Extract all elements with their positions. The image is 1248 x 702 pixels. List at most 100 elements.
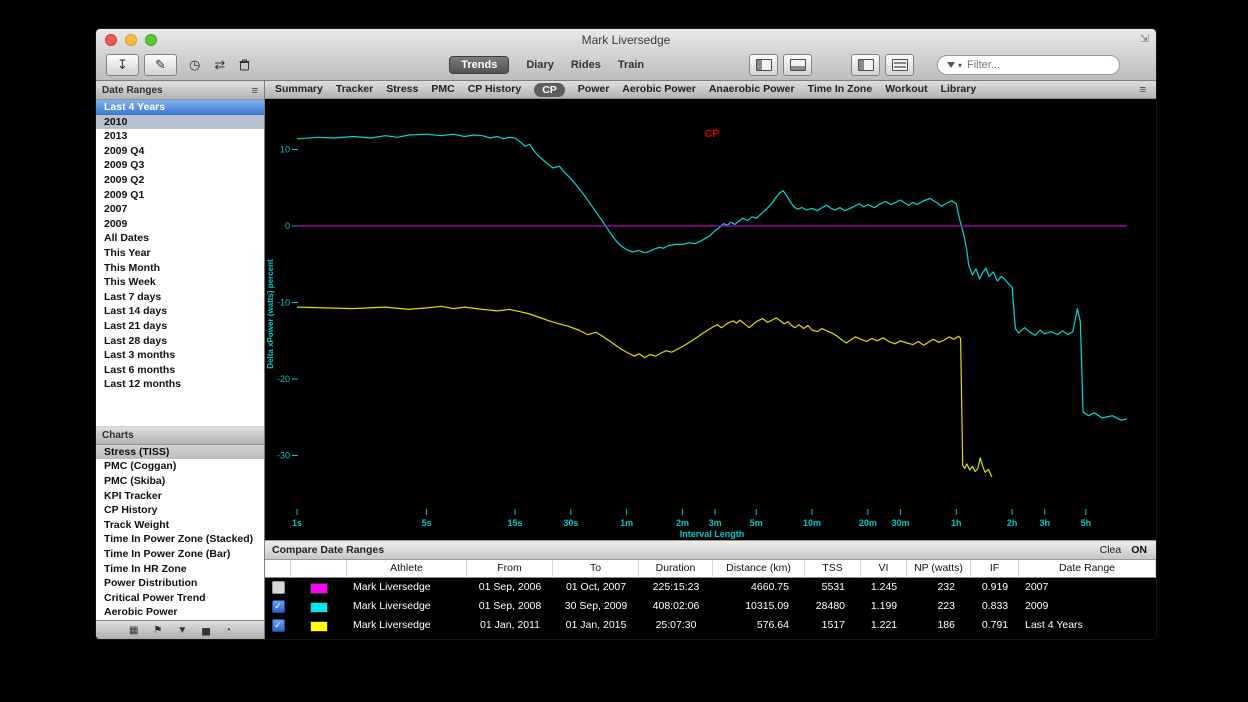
- tab-cp[interactable]: CP: [534, 83, 565, 97]
- sidebar-spacer: [96, 392, 264, 426]
- column-header-if[interactable]: IF: [971, 560, 1019, 578]
- chart-item-aerobic-power[interactable]: Aerobic Power: [96, 605, 264, 620]
- column-header-distance-km[interactable]: Distance (km): [713, 560, 805, 578]
- tab-workout[interactable]: Workout: [885, 83, 927, 97]
- date-range-item-this-year[interactable]: This Year: [96, 246, 264, 261]
- sidebar-toggle-button[interactable]: [749, 54, 778, 76]
- date-range-item-2009-q2[interactable]: 2009 Q2: [96, 173, 264, 188]
- date-range-item-last-3-months[interactable]: Last 3 months: [96, 348, 264, 363]
- chart-item-time-in-power-zone-stacked[interactable]: Time In Power Zone (Stacked): [96, 532, 264, 547]
- series-color-swatch: [310, 621, 328, 632]
- date-range-item-all-dates[interactable]: All Dates: [96, 231, 264, 246]
- edit-button[interactable]: ✎: [144, 54, 177, 76]
- filter-funnel-icon[interactable]: [947, 62, 955, 68]
- tab-power[interactable]: Power: [578, 83, 610, 97]
- chart-item-time-in-hr-zone[interactable]: Time In HR Zone: [96, 562, 264, 577]
- date-range-item-last-28-days[interactable]: Last 28 days: [96, 334, 264, 349]
- view-button-rides[interactable]: Rides: [571, 59, 601, 71]
- chart-item-time-in-power-zone-bar[interactable]: Time In Power Zone (Bar): [96, 547, 264, 562]
- tab-summary[interactable]: Summary: [275, 83, 323, 97]
- fullscreen-icon[interactable]: ⇲: [1140, 32, 1149, 45]
- view-button-diary[interactable]: Diary: [526, 59, 554, 71]
- column-header-date-range[interactable]: Date Range: [1019, 560, 1156, 578]
- view-button-train[interactable]: Train: [618, 59, 644, 71]
- clock-icon[interactable]: ◔: [225, 625, 231, 636]
- date-range-item-last-7-days[interactable]: Last 7 days: [96, 290, 264, 305]
- date-range-item-last-6-months[interactable]: Last 6 months: [96, 363, 264, 378]
- tab-time-in-zone[interactable]: Time In Zone: [808, 83, 873, 97]
- chart-item-cp-history[interactable]: CP History: [96, 503, 264, 518]
- chart-item-stress-tiss[interactable]: Stress (TISS): [96, 445, 264, 460]
- column-header-duration[interactable]: Duration: [639, 560, 713, 578]
- date-range-item-2013[interactable]: 2013: [96, 129, 264, 144]
- series-color-swatch: [310, 583, 328, 594]
- column-header-vi[interactable]: VI: [861, 560, 907, 578]
- date-range-item-2009-q1[interactable]: 2009 Q1: [96, 188, 264, 203]
- column-header-col1[interactable]: [291, 560, 347, 578]
- column-header-athlete[interactable]: Athlete: [347, 560, 467, 578]
- titlebar[interactable]: Mark Liversedge ⇲: [96, 29, 1156, 50]
- column-header-to[interactable]: To: [553, 560, 639, 578]
- clear-button[interactable]: Clea: [1100, 544, 1122, 556]
- view-button-trends[interactable]: Trends: [449, 56, 509, 74]
- filter-input[interactable]: [965, 58, 1110, 72]
- date-range-item-2007[interactable]: 2007: [96, 202, 264, 217]
- chart-item-power-distribution[interactable]: Power Distribution: [96, 576, 264, 591]
- tab-pmc[interactable]: PMC: [431, 83, 454, 97]
- left-view-button[interactable]: [851, 54, 880, 76]
- chart-item-pmc-skiba[interactable]: PMC (Skiba): [96, 474, 264, 489]
- date-range-item-last-12-months[interactable]: Last 12 months: [96, 377, 264, 392]
- funnel-icon[interactable]: ▼: [177, 625, 187, 636]
- chart-item-kpi-tracker[interactable]: KPI Tracker: [96, 489, 264, 504]
- tiled-view-button[interactable]: [885, 54, 914, 76]
- tab-stress[interactable]: Stress: [386, 83, 418, 97]
- column-header-tss[interactable]: TSS: [805, 560, 861, 578]
- date-range-item-last-4-years[interactable]: Last 4 Years: [96, 100, 264, 115]
- date-range-item-2009[interactable]: 2009: [96, 217, 264, 232]
- tabbar-menu-icon[interactable]: ≡: [1140, 84, 1146, 96]
- row-checkbox[interactable]: ✓: [272, 600, 285, 613]
- window-content: Date Ranges ≡ Last 4 Years201020132009 Q…: [96, 81, 1156, 639]
- trash-icon[interactable]: [239, 59, 250, 71]
- table-icon[interactable]: ▦: [129, 625, 138, 636]
- column-header-col0[interactable]: [265, 560, 291, 578]
- column-header-np-watts[interactable]: NP (watts): [907, 560, 971, 578]
- zoom-button[interactable]: [145, 34, 157, 46]
- cell-athlete: Mark Liversedge: [347, 597, 467, 616]
- row-checkbox[interactable]: ✓: [272, 619, 285, 632]
- row-checkbox[interactable]: [272, 581, 285, 594]
- date-range-item-last-21-days[interactable]: Last 21 days: [96, 319, 264, 334]
- filter-field[interactable]: ▾: [937, 55, 1120, 75]
- date-range-item-2009-q3[interactable]: 2009 Q3: [96, 158, 264, 173]
- tab-aerobic-power[interactable]: Aerobic Power: [622, 83, 696, 97]
- charts-header[interactable]: Charts: [96, 426, 264, 445]
- date-range-item-last-14-days[interactable]: Last 14 days: [96, 304, 264, 319]
- date-range-item-this-month[interactable]: This Month: [96, 261, 264, 276]
- date-ranges-header[interactable]: Date Ranges ≡: [96, 81, 264, 100]
- date-range-item-2010[interactable]: 2010: [96, 115, 264, 130]
- chart-icon[interactable]: ▅: [202, 625, 210, 636]
- tab-tracker[interactable]: Tracker: [336, 83, 373, 97]
- on-toggle[interactable]: ON: [1131, 544, 1147, 556]
- tab-anaerobic-power[interactable]: Anaerobic Power: [709, 83, 795, 97]
- trash-glyph: [239, 59, 250, 71]
- date-ranges-menu-icon[interactable]: ≡: [252, 85, 258, 97]
- column-header-from[interactable]: From: [467, 560, 553, 578]
- stopwatch-icon[interactable]: ◷: [189, 57, 200, 73]
- date-range-item-this-week[interactable]: This Week: [96, 275, 264, 290]
- cp-chart-canvas[interactable]: CP100-10-20-30Delta xPower (watts) perce…: [265, 99, 1156, 540]
- date-range-item-2009-q4[interactable]: 2009 Q4: [96, 144, 264, 159]
- minimize-button[interactable]: [125, 34, 137, 46]
- chevron-down-icon[interactable]: ▾: [958, 61, 962, 70]
- tab-library[interactable]: Library: [941, 83, 977, 97]
- bottom-panel-toggle-button[interactable]: [783, 54, 812, 76]
- chart-item-track-weight[interactable]: Track Weight: [96, 518, 264, 533]
- close-button[interactable]: [105, 34, 117, 46]
- intervals-icon[interactable]: ⇄: [214, 57, 225, 73]
- chart-item-pmc-coggan[interactable]: PMC (Coggan): [96, 459, 264, 474]
- chart-item-critical-power-trend[interactable]: Critical Power Trend: [96, 591, 264, 606]
- bookmark-icon[interactable]: ⚑: [153, 625, 162, 636]
- cell-tss: 5531: [805, 578, 861, 597]
- save-button[interactable]: ↧: [106, 54, 139, 76]
- tab-cp-history[interactable]: CP History: [468, 83, 522, 97]
